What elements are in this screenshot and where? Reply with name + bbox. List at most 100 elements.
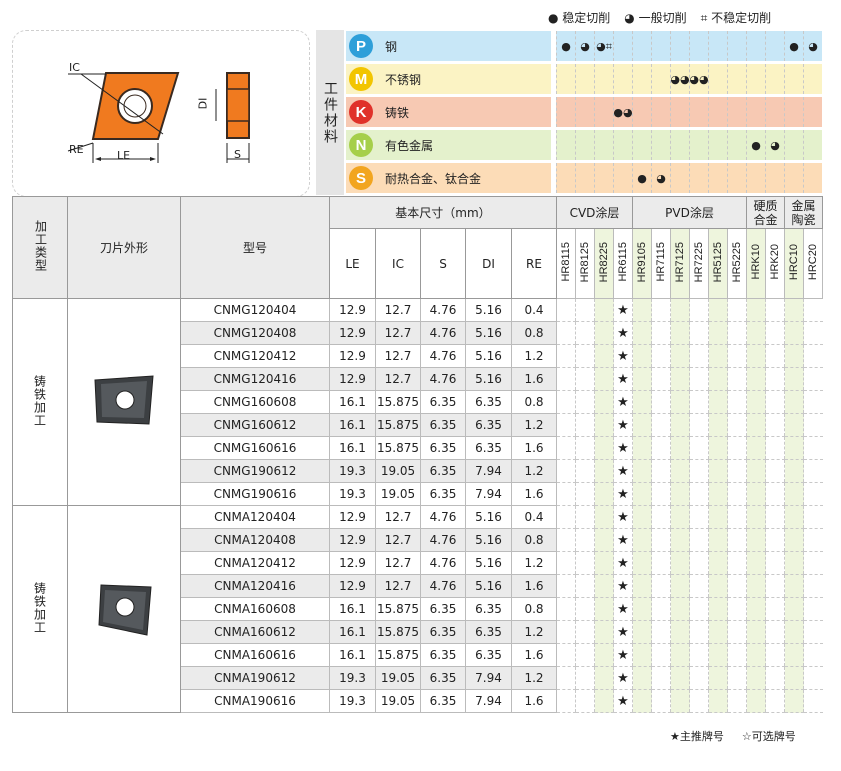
material-mark-cell — [651, 130, 670, 160]
grade-cell — [556, 643, 576, 667]
grade-cell — [765, 367, 785, 391]
model-cell: CNMA160612 — [180, 620, 330, 644]
header-grade-hr7115: HR7115 — [651, 228, 671, 299]
size-cell: 16.1 — [329, 413, 376, 437]
material-mark-cell: ● — [556, 31, 575, 61]
grade-cell — [632, 505, 652, 529]
grade-cell — [651, 298, 671, 322]
grade-cell — [594, 367, 614, 391]
material-mark-cell — [727, 163, 746, 193]
grade-cell — [727, 482, 747, 506]
size-cell: 12.9 — [329, 505, 376, 529]
material-mark-cell — [613, 163, 632, 193]
material-mark-cell — [575, 163, 594, 193]
grade-cell — [784, 390, 804, 414]
grade-cell — [708, 459, 728, 483]
grade-cell — [651, 689, 671, 713]
grade-cell — [632, 528, 652, 552]
size-cell: 1.6 — [511, 643, 557, 667]
header-grade-hr5125: HR5125 — [708, 228, 728, 299]
grade-cell — [746, 482, 766, 506]
cnmg-insert-image — [94, 374, 154, 425]
grade-cell — [803, 321, 823, 345]
material-badge-n: N — [349, 133, 373, 157]
grade-cell — [575, 344, 595, 368]
material-mark-cell — [803, 130, 822, 160]
model-cell: CNMG160616 — [180, 436, 330, 460]
material-mark-cell — [689, 97, 708, 127]
material-mark-cell — [651, 31, 670, 61]
grade-cell — [784, 367, 804, 391]
insert-photo — [67, 505, 181, 713]
grade-cell — [670, 551, 690, 575]
size-cell: 1.6 — [511, 436, 557, 460]
size-cell: 5.16 — [465, 574, 512, 598]
material-mark-cell — [727, 64, 746, 94]
grade-cell — [556, 620, 576, 644]
grade-cell — [765, 459, 785, 483]
grade-cell — [727, 551, 747, 575]
grade-cell: ★ — [613, 528, 633, 552]
grade-cell — [651, 597, 671, 621]
grade-cell: ★ — [613, 666, 633, 690]
material-mark-cell — [689, 163, 708, 193]
header-pvd: PVD涂层 — [632, 196, 747, 229]
material-mark-cell — [803, 163, 822, 193]
grade-cell — [708, 413, 728, 437]
grade-cell — [784, 505, 804, 529]
grade-legend: ★主推牌号 ☆可选牌号 — [670, 728, 796, 744]
grade-cell — [594, 551, 614, 575]
grade-cell — [746, 643, 766, 667]
material-mark-cell — [708, 31, 727, 61]
grade-cell — [556, 689, 576, 713]
process-type-cell: 铸铁加工 — [12, 298, 68, 506]
grade-cell — [765, 574, 785, 598]
size-cell: 1.2 — [511, 620, 557, 644]
grade-cell — [689, 597, 709, 621]
grade-cell — [746, 689, 766, 713]
grade-cell — [556, 597, 576, 621]
header-grade-hr9105: HR9105 — [632, 228, 652, 299]
grade-cell — [708, 643, 728, 667]
material-mark-cell — [670, 31, 689, 61]
header-grade-hr5225: HR5225 — [727, 228, 747, 299]
grade-cell — [594, 689, 614, 713]
grade-cell — [689, 551, 709, 575]
size-cell: 12.9 — [329, 367, 376, 391]
grade-cell — [632, 482, 652, 506]
grade-cell — [670, 666, 690, 690]
grade-cell — [727, 643, 747, 667]
material-mark-cell — [670, 130, 689, 160]
grade-cell: ★ — [613, 367, 633, 391]
grade-cell — [594, 413, 614, 437]
grade-cell — [727, 459, 747, 483]
material-mark-cell: ◕⌗ — [594, 31, 613, 61]
material-mark-cell — [746, 64, 765, 94]
material-mark-cell — [670, 163, 689, 193]
legend-optional-grade: ☆可选牌号 — [741, 730, 796, 743]
grade-cell: ★ — [613, 321, 633, 345]
size-cell: 6.35 — [465, 413, 512, 437]
grade-cell — [727, 528, 747, 552]
grade-cell — [575, 459, 595, 483]
size-cell: 7.94 — [465, 689, 512, 713]
size-cell: 6.35 — [465, 643, 512, 667]
grade-cell — [746, 321, 766, 345]
grade-cell: ★ — [613, 620, 633, 644]
grade-cell — [803, 459, 823, 483]
grade-cell — [727, 505, 747, 529]
grade-cell — [803, 551, 823, 575]
grade-cell — [670, 643, 690, 667]
header-col-di: DI — [465, 228, 512, 299]
grade-cell — [689, 390, 709, 414]
grade-cell — [575, 298, 595, 322]
grade-cell — [689, 689, 709, 713]
model-cell: CNMG120416 — [180, 367, 330, 391]
size-cell: 4.76 — [420, 298, 466, 322]
grade-cell — [670, 298, 690, 322]
grade-cell — [746, 344, 766, 368]
header-grade-hrc10: HRC10 — [784, 228, 804, 299]
header-grade-hr7225: HR7225 — [689, 228, 709, 299]
material-mark-cell: ◕ — [651, 163, 670, 193]
grade-cell — [746, 367, 766, 391]
